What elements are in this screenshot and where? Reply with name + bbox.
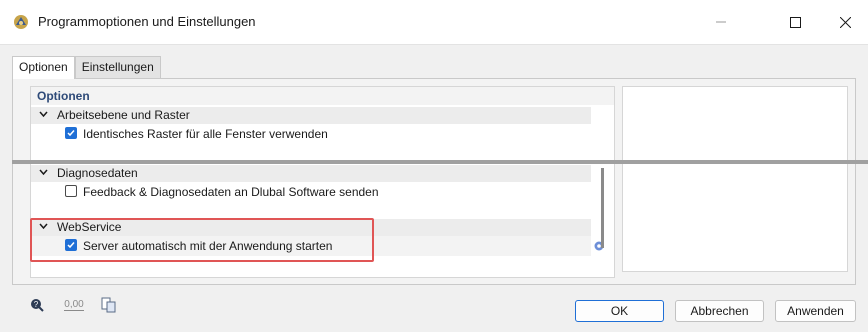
section-title: Optionen — [31, 87, 614, 105]
chevron-down-icon — [39, 169, 48, 176]
group-header-arbeitsebene[interactable]: Arbeitsebene und Raster — [31, 107, 591, 124]
tab-optionen[interactable]: Optionen — [12, 56, 75, 79]
checkmark-icon — [67, 130, 75, 137]
tab-bar: Optionen Einstellungen — [12, 56, 161, 79]
decimal-places-icon: 0,00 — [64, 299, 84, 311]
option-row-feedback: Feedback & Diagnosedaten an Dlubal Softw… — [31, 182, 591, 202]
help-icon: ? — [31, 299, 44, 312]
ok-button[interactable]: OK — [575, 300, 664, 322]
chevron-down-icon — [39, 111, 48, 118]
preview-panel — [622, 86, 848, 272]
feedback-checkbox[interactable] — [65, 185, 77, 197]
apply-button[interactable]: Anwenden — [775, 300, 856, 322]
copy-settings-button[interactable] — [100, 296, 118, 314]
tab-einstellungen[interactable]: Einstellungen — [74, 56, 161, 78]
svg-text:?: ? — [34, 300, 39, 309]
title-bar: Programmoptionen und Einstellungen — [0, 0, 868, 45]
cancel-button[interactable]: Abbrechen — [675, 300, 764, 322]
maximize-icon — [789, 16, 801, 28]
vertical-scrollbar[interactable] — [601, 168, 604, 248]
window-title: Programmoptionen und Einstellungen — [38, 14, 256, 29]
option-label: Feedback & Diagnosedaten an Dlubal Softw… — [83, 185, 379, 199]
option-label: Identisches Raster für alle Fenster verw… — [83, 127, 328, 141]
copy-settings-icon — [101, 297, 116, 313]
close-icon — [839, 16, 851, 28]
horizontal-splitter[interactable] — [12, 160, 868, 164]
minimize-button[interactable] — [698, 0, 744, 44]
close-button[interactable] — [822, 0, 868, 44]
decimal-places-button[interactable]: 0,00 — [62, 296, 86, 314]
raster-checkbox[interactable] — [65, 127, 77, 139]
highlight-box — [30, 218, 374, 262]
minimize-icon — [716, 21, 726, 23]
option-row-raster: Identisches Raster für alle Fenster verw… — [31, 124, 591, 144]
group-label: Arbeitsebene und Raster — [57, 108, 190, 122]
group-header-diagnosedaten[interactable]: Diagnosedaten — [31, 165, 591, 182]
group-label: Diagnosedaten — [57, 166, 138, 180]
dlubal-app-icon — [14, 15, 28, 29]
help-button[interactable]: ? — [28, 296, 46, 314]
maximize-button[interactable] — [772, 0, 818, 44]
